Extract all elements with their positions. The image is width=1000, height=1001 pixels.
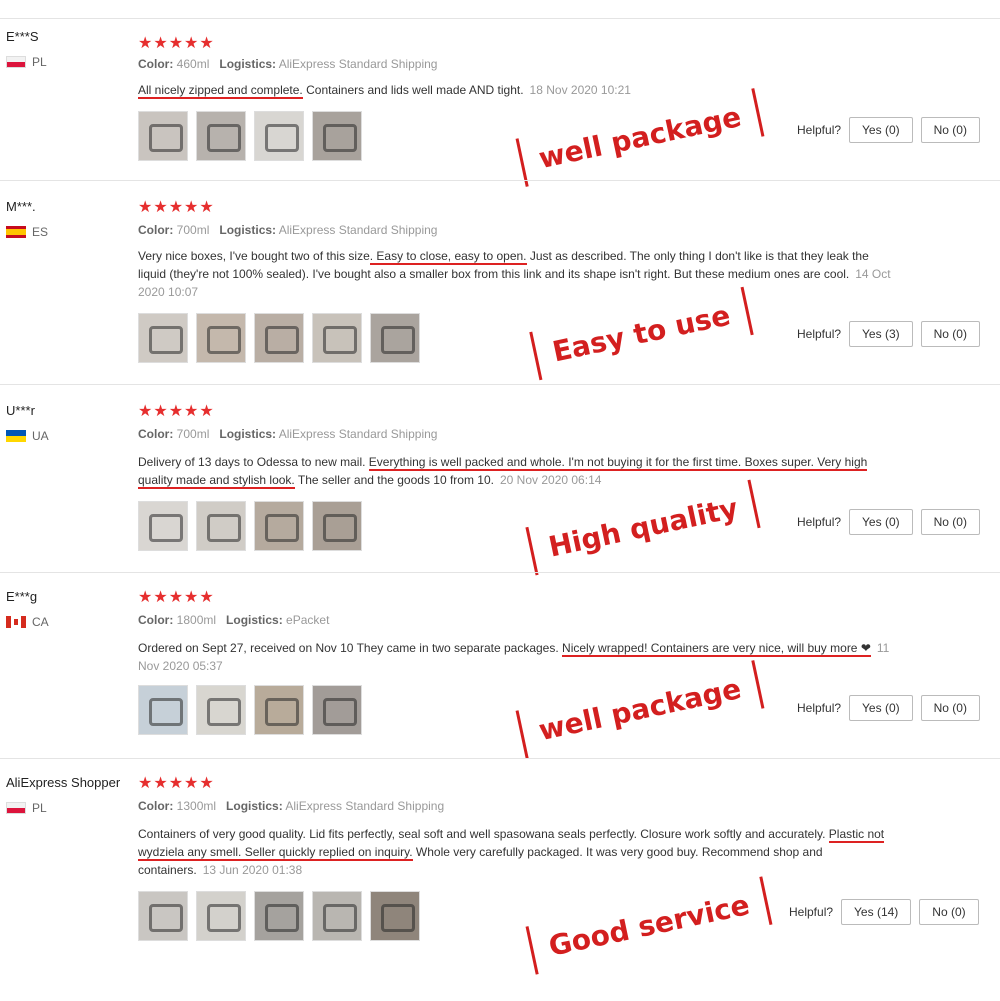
review-photo[interactable]	[254, 313, 304, 363]
reviewer-country: PL	[6, 801, 47, 815]
reviewer-name: M***.	[6, 199, 36, 214]
star-rating: ★★★★★	[138, 35, 215, 52]
review-item: M***. ES ★★★★★ Color: 700ml Logistics: Al…	[0, 180, 1000, 385]
star-rating: ★★★★★	[138, 199, 215, 216]
helpful-no-button[interactable]: No (0)	[920, 695, 980, 721]
reviewer-country: ES	[6, 225, 48, 239]
helpful-yes-button[interactable]: Yes (14)	[841, 899, 912, 925]
promo-stamp: Good service	[525, 876, 773, 975]
review-text: Containers of very good quality. Lid fit…	[138, 827, 885, 877]
order-meta: Color: 700ml Logistics: AliExpress Standa…	[138, 427, 438, 441]
review-date: 20 Nov 2020 06:14	[500, 473, 602, 487]
reviewer-name: AliExpress Shopper	[6, 775, 121, 790]
helpful-controls: Helpful? Yes (14) No (0)	[789, 899, 979, 925]
review-photo[interactable]	[254, 891, 304, 941]
star-rating: ★★★★★	[138, 775, 215, 792]
review-photo[interactable]	[312, 891, 362, 941]
helpful-no-button[interactable]: No (0)	[920, 117, 980, 143]
flag-icon	[6, 56, 26, 68]
review-photo[interactable]	[138, 111, 188, 161]
review-photo[interactable]	[138, 313, 188, 363]
star-rating: ★★★★★	[138, 403, 215, 420]
review-photo[interactable]	[254, 685, 304, 735]
reviewer-country: PL	[6, 55, 47, 69]
review-photo[interactable]	[312, 685, 362, 735]
review-item: E***g CA ★★★★★ Color: 1800ml Logistics: e…	[0, 572, 1000, 759]
review-photos	[138, 685, 362, 735]
review-text: Very nice boxes, I've bought two of this…	[138, 249, 891, 299]
review-photo[interactable]	[312, 501, 362, 551]
order-meta: Color: 1800ml Logistics: ePacket	[138, 613, 330, 627]
review-photo[interactable]	[196, 891, 246, 941]
review-photo[interactable]	[370, 891, 420, 941]
helpful-yes-button[interactable]: Yes (0)	[849, 695, 913, 721]
reviewer-name: E***S	[6, 29, 39, 44]
review-photo[interactable]	[138, 891, 188, 941]
review-text: Ordered on Sept 27, received on Nov 10 T…	[138, 641, 890, 673]
review-item: AliExpress Shopper PL ★★★★★ Color: 1300m…	[0, 758, 1000, 1001]
review-photo[interactable]	[138, 501, 188, 551]
review-photo[interactable]	[196, 501, 246, 551]
flag-icon	[6, 430, 26, 442]
review-photo[interactable]	[254, 501, 304, 551]
helpful-no-button[interactable]: No (0)	[919, 899, 979, 925]
review-photo[interactable]	[312, 111, 362, 161]
reviewer-country: UA	[6, 429, 49, 443]
review-photos	[138, 111, 362, 161]
helpful-no-button[interactable]: No (0)	[920, 321, 980, 347]
promo-stamp: High quality	[525, 479, 762, 576]
helpful-yes-button[interactable]: Yes (3)	[849, 321, 913, 347]
order-meta: Color: 1300ml Logistics: AliExpress Stand…	[138, 799, 445, 813]
review-date: 13 Jun 2020 01:38	[202, 863, 303, 877]
order-meta: Color: 700ml Logistics: AliExpress Standa…	[138, 223, 438, 237]
flag-icon	[6, 226, 26, 238]
review-photo[interactable]	[312, 313, 362, 363]
promo-stamp: well package	[515, 88, 765, 187]
helpful-controls: Helpful? Yes (0) No (0)	[797, 117, 980, 143]
review-item: E***S PL ★★★★★ Color: 460ml Logistics: Al…	[0, 18, 1000, 187]
reviewer-name: U***r	[6, 403, 35, 418]
review-date: 18 Nov 2020 10:21	[529, 83, 631, 97]
helpful-no-button[interactable]: No (0)	[920, 509, 980, 535]
helpful-controls: Helpful? Yes (0) No (0)	[797, 695, 980, 721]
reviewer-name: E***g	[6, 589, 38, 604]
review-photo[interactable]	[196, 313, 246, 363]
review-text: All nicely zipped and complete. Containe…	[138, 83, 631, 99]
flag-icon	[6, 802, 26, 814]
helpful-controls: Helpful? Yes (3) No (0)	[797, 321, 980, 347]
reviewer-country: CA	[6, 615, 49, 629]
review-photos	[138, 313, 420, 363]
helpful-yes-button[interactable]: Yes (0)	[849, 509, 913, 535]
review-item: U***r UA ★★★★★ Color: 700ml Logistics: Al…	[0, 384, 1000, 576]
review-photos	[138, 891, 420, 941]
helpful-controls: Helpful? Yes (0) No (0)	[797, 509, 980, 535]
flag-icon	[6, 616, 26, 628]
review-photo[interactable]	[138, 685, 188, 735]
star-rating: ★★★★★	[138, 589, 215, 606]
helpful-yes-button[interactable]: Yes (0)	[849, 117, 913, 143]
review-text: Delivery of 13 days to Odessa to new mai…	[138, 455, 868, 489]
review-photo[interactable]	[254, 111, 304, 161]
review-photo[interactable]	[196, 685, 246, 735]
review-photo[interactable]	[370, 313, 420, 363]
order-meta: Color: 460ml Logistics: AliExpress Standa…	[138, 57, 438, 71]
review-photos	[138, 501, 362, 551]
review-photo[interactable]	[196, 111, 246, 161]
